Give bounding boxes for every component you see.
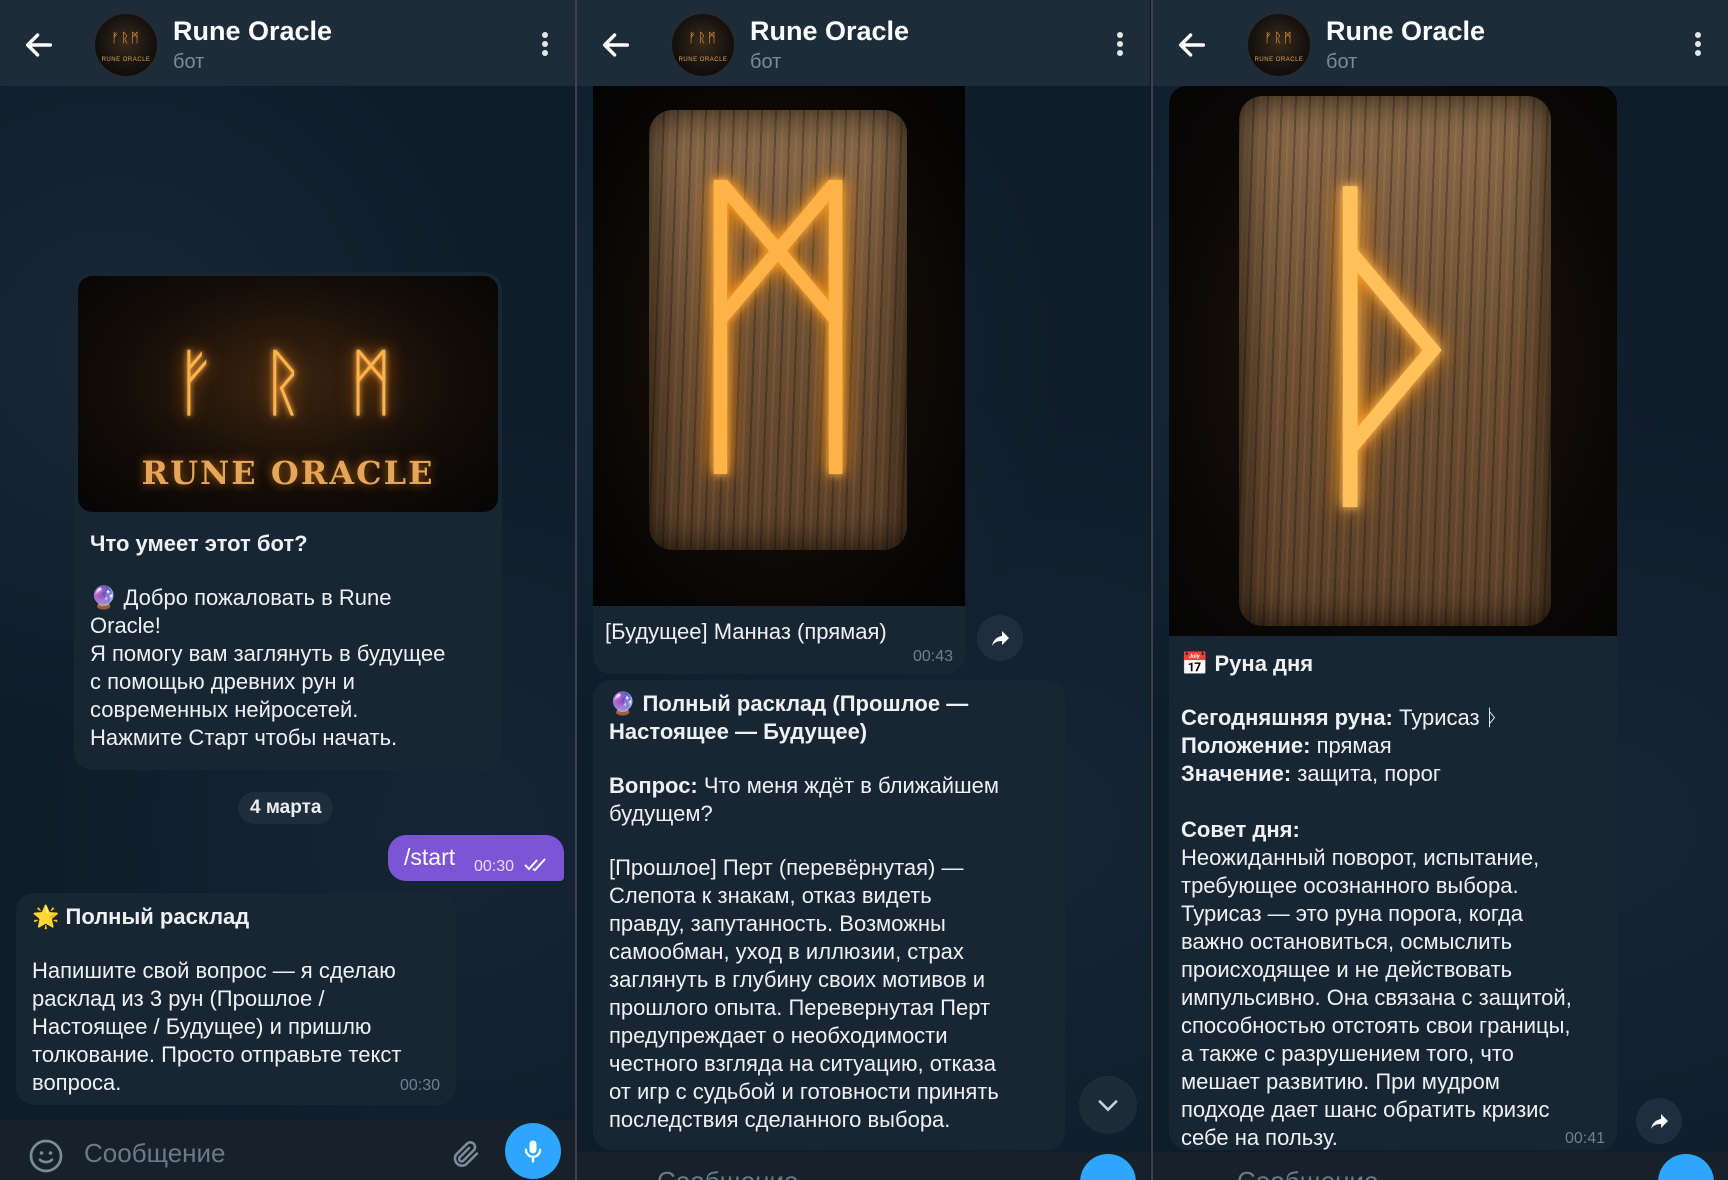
double-check-icon xyxy=(524,858,546,872)
question-line: Вопрос: Что меня ждёт в ближайшем будуще… xyxy=(609,772,999,828)
more-options-icon[interactable] xyxy=(1694,32,1702,60)
chat-screen-3: ᚦ 📅 Руна дня Сегодняшняя руна: Турисаз ᚦ… xyxy=(1153,0,1728,1180)
rune-image-thurisaz: ᚦ xyxy=(1169,86,1617,636)
chat-title[interactable]: Rune Oracle xyxy=(750,16,909,47)
date-separator: 4 марта xyxy=(238,792,334,824)
meaning-line: Значение: защита, порог xyxy=(1181,760,1441,788)
meaning-value: защита, порог xyxy=(1291,761,1441,786)
reply-body: Напишите свой вопрос — я сделаю расклад … xyxy=(32,958,402,1095)
chat-subtitle: бот xyxy=(1326,51,1358,73)
bot-avatar[interactable]: ᚠᚱᛗ RUNE ORACLE xyxy=(94,13,158,77)
advice-text: Неожиданный поворот, испытание, требующе… xyxy=(1181,845,1572,1150)
intro-bubble: ᚠ ᚱ ᛗ RUNE ORACLE Что умеет этот бот? 🔮 … xyxy=(74,272,502,770)
rune-image-bubble: ᛗ [Будущее] Манназ (прямая) 00:43 xyxy=(593,86,965,674)
back-arrow-icon[interactable] xyxy=(1175,28,1209,62)
outgoing-message: /start 00:30 xyxy=(388,835,564,881)
reading-title: 🔮 Полный расклад (Прошлое — Настоящее — … xyxy=(609,691,969,744)
message-time: 00:41 xyxy=(1564,1130,1605,1147)
chat-title[interactable]: Rune Oracle xyxy=(1326,16,1485,47)
forward-icon xyxy=(992,631,1009,646)
meaning-label: Значение: xyxy=(1181,761,1292,786)
banner-runes: ᚠ ᚱ ᛗ xyxy=(172,340,404,426)
chat-header: ᚠᚱᛗ RUNE ORACLE Rune Oracle бот xyxy=(1153,0,1728,86)
reply-title: 🌟 Полный расклад xyxy=(32,904,250,929)
outgoing-time: 00:30 xyxy=(474,858,515,875)
intro-title: Что умеет этот бот? xyxy=(90,531,308,556)
rune-name-line: Сегодняшняя руна: Турисаз ᚦ xyxy=(1181,704,1499,732)
voice-record-button[interactable] xyxy=(1080,1154,1136,1180)
voice-record-button[interactable] xyxy=(505,1123,561,1179)
screens: ᚠᚱᛗ RUNE ORACLE Rune Oracle бот ᚠ ᚱ ᛗ RUN… xyxy=(0,0,1728,1180)
message-input-bar: Сообщение xyxy=(1153,1152,1728,1180)
reply-bubble: 🌟 Полный расклад Напишите свой вопрос — … xyxy=(16,893,456,1105)
bot-avatar[interactable]: ᚠᚱᛗ RUNE ORACLE xyxy=(1247,13,1311,77)
emoji-icon[interactable] xyxy=(28,1138,64,1174)
chat-subtitle: бот xyxy=(750,51,782,73)
message-input[interactable]: Сообщение xyxy=(84,1138,226,1169)
rune-glyph: ᚦ xyxy=(1287,136,1503,555)
chat-screen-1: ᚠᚱᛗ RUNE ORACLE Rune Oracle бот ᚠ ᚱ ᛗ RUN… xyxy=(0,0,575,1180)
more-options-icon[interactable] xyxy=(541,32,549,60)
microphone-icon xyxy=(524,1140,542,1163)
position-line: Положение: прямая xyxy=(1181,732,1392,760)
rune-glyph: ᛗ xyxy=(679,134,877,518)
rune-name-value: Турисаз ᚦ xyxy=(1392,705,1499,730)
banner-title: RUNE ORACLE xyxy=(141,454,435,492)
scroll-down-button[interactable] xyxy=(1079,1076,1137,1134)
position-value: прямая xyxy=(1310,733,1392,758)
forward-icon xyxy=(1651,1114,1668,1129)
message-input-bar: Сообщение xyxy=(577,1152,1150,1180)
back-arrow-icon[interactable] xyxy=(22,28,56,62)
message-input[interactable]: Сообщение xyxy=(1237,1166,1379,1180)
bot-avatar[interactable]: ᚠᚱᛗ RUNE ORACLE xyxy=(671,13,735,77)
forward-button[interactable] xyxy=(1636,1098,1682,1144)
rune-day-title: 📅 Руна дня xyxy=(1181,651,1314,676)
forward-button[interactable] xyxy=(977,615,1023,661)
chat-screen-2: ᛗ [Будущее] Манназ (прямая) 00:43 🔮 Полн… xyxy=(577,0,1150,1180)
advice-label: Совет дня: xyxy=(1181,817,1300,842)
position-label: Положение: xyxy=(1181,733,1311,758)
past-interpretation: [Прошлое] Перт (перевёрнутая) — Слепота … xyxy=(609,855,999,1132)
chat-header: ᚠᚱᛗ RUNE ORACLE Rune Oracle бот xyxy=(577,0,1150,86)
voice-record-button[interactable] xyxy=(1658,1154,1714,1180)
back-arrow-icon[interactable] xyxy=(599,28,633,62)
message-input[interactable]: Сообщение xyxy=(657,1166,799,1180)
chat-header: ᚠᚱᛗ RUNE ORACLE Rune Oracle бот xyxy=(0,0,575,86)
chat-title[interactable]: Rune Oracle xyxy=(173,16,332,47)
question-label: Вопрос: xyxy=(609,773,698,798)
image-caption: [Будущее] Манназ (прямая) xyxy=(605,619,887,644)
outgoing-text: /start xyxy=(404,844,456,870)
rune-of-day-bubble: ᚦ 📅 Руна дня Сегодняшняя руна: Турисаз ᚦ… xyxy=(1169,86,1617,1150)
rune-name-label: Сегодняшняя руна: xyxy=(1181,705,1393,730)
chevron-down-icon xyxy=(1098,1100,1118,1112)
rune-image-mannaz: ᛗ xyxy=(593,86,965,606)
banner-image: ᚠ ᚱ ᛗ RUNE ORACLE xyxy=(78,276,498,512)
more-options-icon[interactable] xyxy=(1116,32,1124,60)
attach-icon[interactable] xyxy=(450,1138,484,1172)
reply-time: 00:30 xyxy=(399,1077,440,1094)
reading-bubble: 🔮 Полный расклад (Прошлое — Настоящее — … xyxy=(593,680,1065,1150)
chat-subtitle: бот xyxy=(173,51,205,73)
intro-body: 🔮 Добро пожаловать в Rune Oracle! Я помо… xyxy=(90,585,446,750)
caption-time: 00:43 xyxy=(912,648,953,665)
message-input-bar: Сообщение xyxy=(0,1120,575,1180)
